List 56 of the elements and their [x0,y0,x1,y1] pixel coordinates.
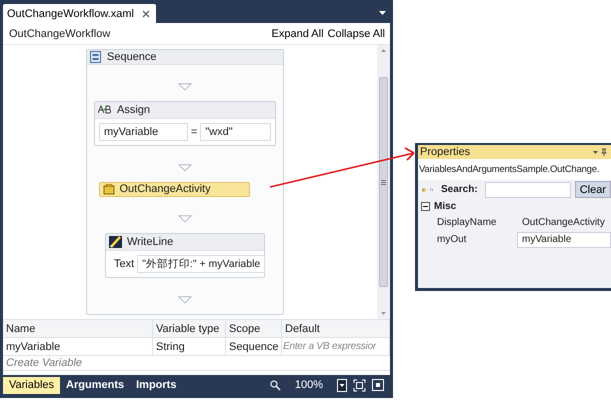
collapse-icon[interactable] [421,202,430,211]
drop-target-icon [177,215,193,224]
dropdown-icon[interactable] [379,11,386,15]
breadcrumb[interactable]: OutChangeWorkflow [9,28,110,40]
default-value-field[interactable]: Enter a VB expressior [282,338,390,356]
fit-to-screen-icon[interactable] [353,378,366,392]
drop-target-icon [177,164,193,172]
property-value[interactable]: OutChangeActivity [517,214,611,230]
property-value-field[interactable]: myVariable [517,232,611,248]
bottom-tab[interactable]: Arguments [60,376,130,394]
assign-value-field[interactable]: "wxd" [200,122,271,141]
zoom-level[interactable]: 100% [294,379,323,391]
activity-icon [102,184,114,195]
selected-object-name: VariablesAndArgumentsSample.OutChange. [418,159,611,180]
table-cell: String [153,338,226,356]
panel-title: Properties [420,146,470,158]
column-header[interactable]: Name [3,320,153,338]
search-label: Search: [441,184,478,195]
category-label: Misc [434,201,456,212]
drop-target-icon [177,82,193,91]
column-header[interactable]: Scope [226,320,282,338]
grip-icon [381,180,386,184]
pin-icon[interactable] [593,148,607,156]
header-action-link[interactable]: Collapse All [326,28,387,40]
drop-target-icon [177,296,193,304]
bottom-tab[interactable]: Variables [3,376,60,394]
column-header[interactable]: Default [282,320,390,338]
activity-title: Assign [117,104,150,116]
zoom-dropdown-icon[interactable] [337,378,347,392]
custom-activity[interactable]: OutChangeActivity [98,182,250,198]
close-icon[interactable] [142,10,150,18]
header-action-link[interactable]: Expand All [270,28,326,40]
field-label: Text [114,258,134,270]
create-variable-row[interactable]: Create Variable [3,356,390,371]
assign-icon [98,105,112,114]
writeline-activity[interactable]: WriteLine Text "外部打印:" + myVariable [105,233,265,278]
activity-title: Sequence [107,50,157,63]
search-field[interactable] [484,182,571,198]
sequence-icon [90,50,101,63]
sequence-activity[interactable]: Sequence Assign myVariable = "wxd" OutChangeActivity WriteLine Text "外部打印:" + myVariable [86,49,284,315]
property-name: DisplayName [437,217,498,228]
search-icon[interactable] [270,380,281,390]
text-expression-field[interactable]: "外部打印:" + myVariable [137,255,266,274]
table-cell: Sequence [226,338,282,356]
column-header[interactable]: Variable type [153,320,226,338]
table-cell: myVariable [3,338,153,356]
equals-sign: = [190,126,198,138]
assign-activity[interactable]: Assign myVariable = "wxd" [94,100,276,146]
bottom-tab[interactable]: Imports [130,376,182,394]
document-tab[interactable]: OutChangeWorkflow.xaml [3,4,156,23]
property-name: myOut [437,234,468,245]
clear-button[interactable]: Clear [574,181,611,198]
overview-icon[interactable] [372,379,384,391]
assign-to-field[interactable]: myVariable [99,122,188,141]
activity-title: WriteLine [127,236,174,248]
writeline-icon [109,236,122,248]
